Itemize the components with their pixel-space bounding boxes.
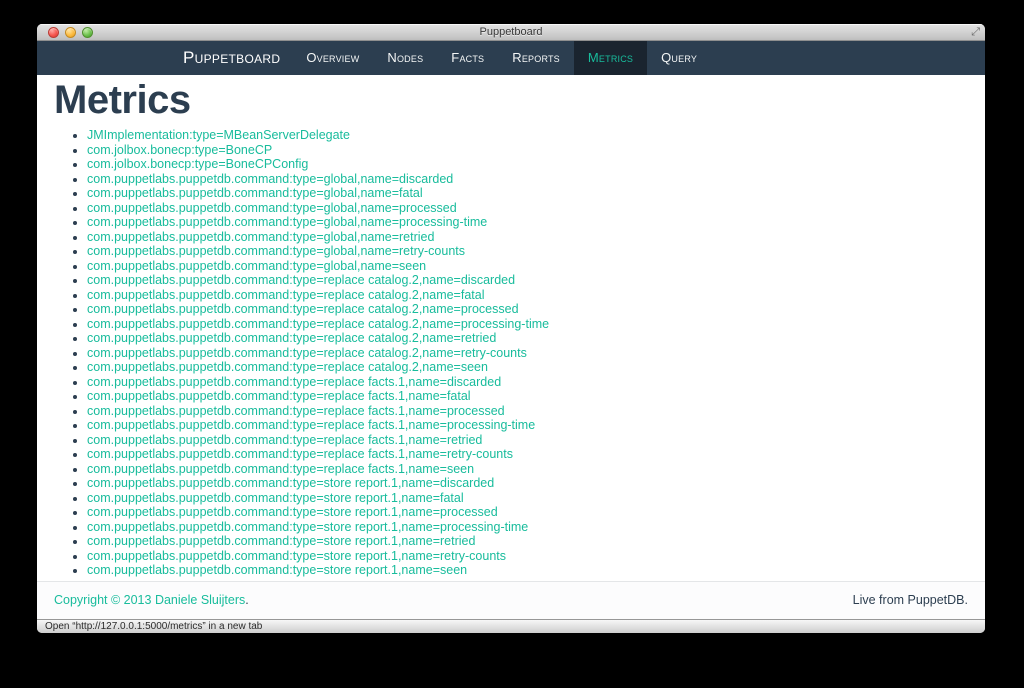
resize-icon[interactable]: ⤢ [971, 25, 980, 40]
metric-link[interactable]: com.puppetlabs.puppetdb.command:type=glo… [87, 186, 423, 200]
live-from-text: Live from PuppetDB. [852, 593, 968, 607]
metric-list-item: com.puppetlabs.puppetdb.command:type=rep… [87, 302, 968, 317]
nav-item-query[interactable]: Query [647, 41, 711, 75]
metric-list-item: com.puppetlabs.puppetdb.command:type=rep… [87, 288, 968, 303]
window-title: Puppetboard [479, 26, 543, 38]
close-button[interactable] [48, 27, 59, 38]
metric-list-item: com.puppetlabs.puppetdb.command:type=glo… [87, 259, 968, 274]
metric-list-item: com.puppetlabs.puppetdb.command:type=rep… [87, 331, 968, 346]
metric-link[interactable]: com.puppetlabs.puppetdb.command:type=rep… [87, 288, 485, 302]
metric-link[interactable]: com.puppetlabs.puppetdb.command:type=sto… [87, 505, 498, 519]
metric-list-item: com.puppetlabs.puppetdb.command:type=glo… [87, 230, 968, 245]
metrics-page: Metrics JMImplementation:type=MBeanServe… [37, 75, 985, 578]
metric-link[interactable]: com.puppetlabs.puppetdb.command:type=rep… [87, 462, 474, 476]
main-navbar: Puppetboard Overview Nodes Facts Reports… [37, 41, 985, 75]
metric-list-item: com.puppetlabs.puppetdb.command:type=rep… [87, 360, 968, 375]
copyright: Copyright © 2013 Daniele Sluijters. [54, 593, 249, 607]
window-titlebar[interactable]: Puppetboard ⤢ [37, 24, 985, 41]
metric-list-item: com.puppetlabs.puppetdb.command:type=glo… [87, 172, 968, 187]
metric-list-item: com.puppetlabs.puppetdb.command:type=glo… [87, 186, 968, 201]
metric-list-item: com.puppetlabs.puppetdb.command:type=glo… [87, 201, 968, 216]
nav-item-facts[interactable]: Facts [437, 41, 498, 75]
metric-link[interactable]: com.puppetlabs.puppetdb.command:type=sto… [87, 563, 467, 577]
metric-list-item: com.puppetlabs.puppetdb.command:type=rep… [87, 375, 968, 390]
page-body: Metrics JMImplementation:type=MBeanServe… [37, 75, 985, 619]
metric-list-item: com.puppetlabs.puppetdb.command:type=sto… [87, 505, 968, 520]
metric-list-item: com.puppetlabs.puppetdb.command:type=rep… [87, 273, 968, 288]
metric-link[interactable]: com.jolbox.bonecp:type=BoneCPConfig [87, 157, 308, 171]
metric-link[interactable]: com.puppetlabs.puppetdb.command:type=rep… [87, 317, 549, 331]
app-window: Puppetboard ⤢ Puppetboard Overview Nodes… [37, 24, 985, 633]
nav-item-overview[interactable]: Overview [292, 41, 373, 75]
zoom-button[interactable] [82, 27, 93, 38]
metric-list-item: JMImplementation:type=MBeanServerDelegat… [87, 128, 968, 143]
metric-link[interactable]: com.puppetlabs.puppetdb.command:type=rep… [87, 273, 515, 287]
metric-list-item: com.puppetlabs.puppetdb.command:type=sto… [87, 563, 968, 578]
metric-link[interactable]: com.puppetlabs.puppetdb.command:type=glo… [87, 230, 434, 244]
metric-list-item: com.puppetlabs.puppetdb.command:type=rep… [87, 447, 968, 462]
navbar-brand[interactable]: Puppetboard [183, 41, 292, 75]
footer: Copyright © 2013 Daniele Sluijters. Live… [37, 581, 985, 619]
metric-list-item: com.puppetlabs.puppetdb.command:type=sto… [87, 549, 968, 564]
browser-status-bar: Open “http://127.0.0.1:5000/metrics” in … [37, 619, 985, 633]
copyright-period: . [245, 593, 249, 607]
metric-link[interactable]: com.puppetlabs.puppetdb.command:type=rep… [87, 302, 519, 316]
metric-link[interactable]: com.puppetlabs.puppetdb.command:type=glo… [87, 201, 457, 215]
metric-link[interactable]: com.puppetlabs.puppetdb.command:type=sto… [87, 491, 464, 505]
metric-list-item: com.puppetlabs.puppetdb.command:type=glo… [87, 215, 968, 230]
traffic-lights [48, 27, 93, 38]
metric-list-item: com.puppetlabs.puppetdb.command:type=sto… [87, 491, 968, 506]
metric-list-item: com.puppetlabs.puppetdb.command:type=sto… [87, 534, 968, 549]
metric-list-item: com.puppetlabs.puppetdb.command:type=glo… [87, 244, 968, 259]
metric-link[interactable]: com.puppetlabs.puppetdb.command:type=glo… [87, 215, 487, 229]
metric-link[interactable]: com.puppetlabs.puppetdb.command:type=rep… [87, 404, 505, 418]
metric-link[interactable]: com.puppetlabs.puppetdb.command:type=rep… [87, 389, 471, 403]
metric-link[interactable]: com.puppetlabs.puppetdb.command:type=rep… [87, 360, 488, 374]
metric-link[interactable]: com.puppetlabs.puppetdb.command:type=sto… [87, 549, 506, 563]
metric-list-item: com.puppetlabs.puppetdb.command:type=rep… [87, 462, 968, 477]
metric-list-item: com.puppetlabs.puppetdb.command:type=rep… [87, 404, 968, 419]
nav-item-nodes[interactable]: Nodes [373, 41, 437, 75]
metric-link[interactable]: com.puppetlabs.puppetdb.command:type=sto… [87, 534, 475, 548]
metric-list-item: com.puppetlabs.puppetdb.command:type=rep… [87, 317, 968, 332]
metric-link[interactable]: com.jolbox.bonecp:type=BoneCP [87, 143, 272, 157]
metric-link[interactable]: com.puppetlabs.puppetdb.command:type=rep… [87, 375, 501, 389]
author-link[interactable]: Daniele Sluijters [155, 593, 245, 607]
minimize-button[interactable] [65, 27, 76, 38]
page-title: Metrics [54, 78, 191, 122]
metric-list-item: com.jolbox.bonecp:type=BoneCP [87, 143, 968, 158]
copyright-text: Copyright © 2013 [54, 593, 152, 607]
metric-link[interactable]: com.puppetlabs.puppetdb.command:type=glo… [87, 259, 426, 273]
metric-list-item: com.jolbox.bonecp:type=BoneCPConfig [87, 157, 968, 172]
metric-link[interactable]: JMImplementation:type=MBeanServerDelegat… [87, 128, 350, 142]
nav-item-reports[interactable]: Reports [498, 41, 574, 75]
metric-link[interactable]: com.puppetlabs.puppetdb.command:type=glo… [87, 172, 453, 186]
metric-list-item: com.puppetlabs.puppetdb.command:type=rep… [87, 346, 968, 361]
metric-link[interactable]: com.puppetlabs.puppetdb.command:type=rep… [87, 418, 535, 432]
metric-link[interactable]: com.puppetlabs.puppetdb.command:type=rep… [87, 447, 513, 461]
metric-link[interactable]: com.puppetlabs.puppetdb.command:type=sto… [87, 520, 528, 534]
metric-link[interactable]: com.puppetlabs.puppetdb.command:type=rep… [87, 346, 527, 360]
metric-link[interactable]: com.puppetlabs.puppetdb.command:type=rep… [87, 433, 482, 447]
nav-item-metrics[interactable]: Metrics [573, 41, 648, 75]
metric-link[interactable]: com.puppetlabs.puppetdb.command:type=sto… [87, 476, 494, 490]
metric-list-item: com.puppetlabs.puppetdb.command:type=rep… [87, 418, 968, 433]
metric-list-item: com.puppetlabs.puppetdb.command:type=sto… [87, 476, 968, 491]
metric-link[interactable]: com.puppetlabs.puppetdb.command:type=glo… [87, 244, 465, 258]
metrics-list: JMImplementation:type=MBeanServerDelegat… [54, 128, 968, 578]
metric-link[interactable]: com.puppetlabs.puppetdb.command:type=rep… [87, 331, 496, 345]
metric-list-item: com.puppetlabs.puppetdb.command:type=rep… [87, 389, 968, 404]
status-text: Open “http://127.0.0.1:5000/metrics” in … [45, 621, 263, 632]
metric-list-item: com.puppetlabs.puppetdb.command:type=rep… [87, 433, 968, 448]
metric-list-item: com.puppetlabs.puppetdb.command:type=sto… [87, 520, 968, 535]
